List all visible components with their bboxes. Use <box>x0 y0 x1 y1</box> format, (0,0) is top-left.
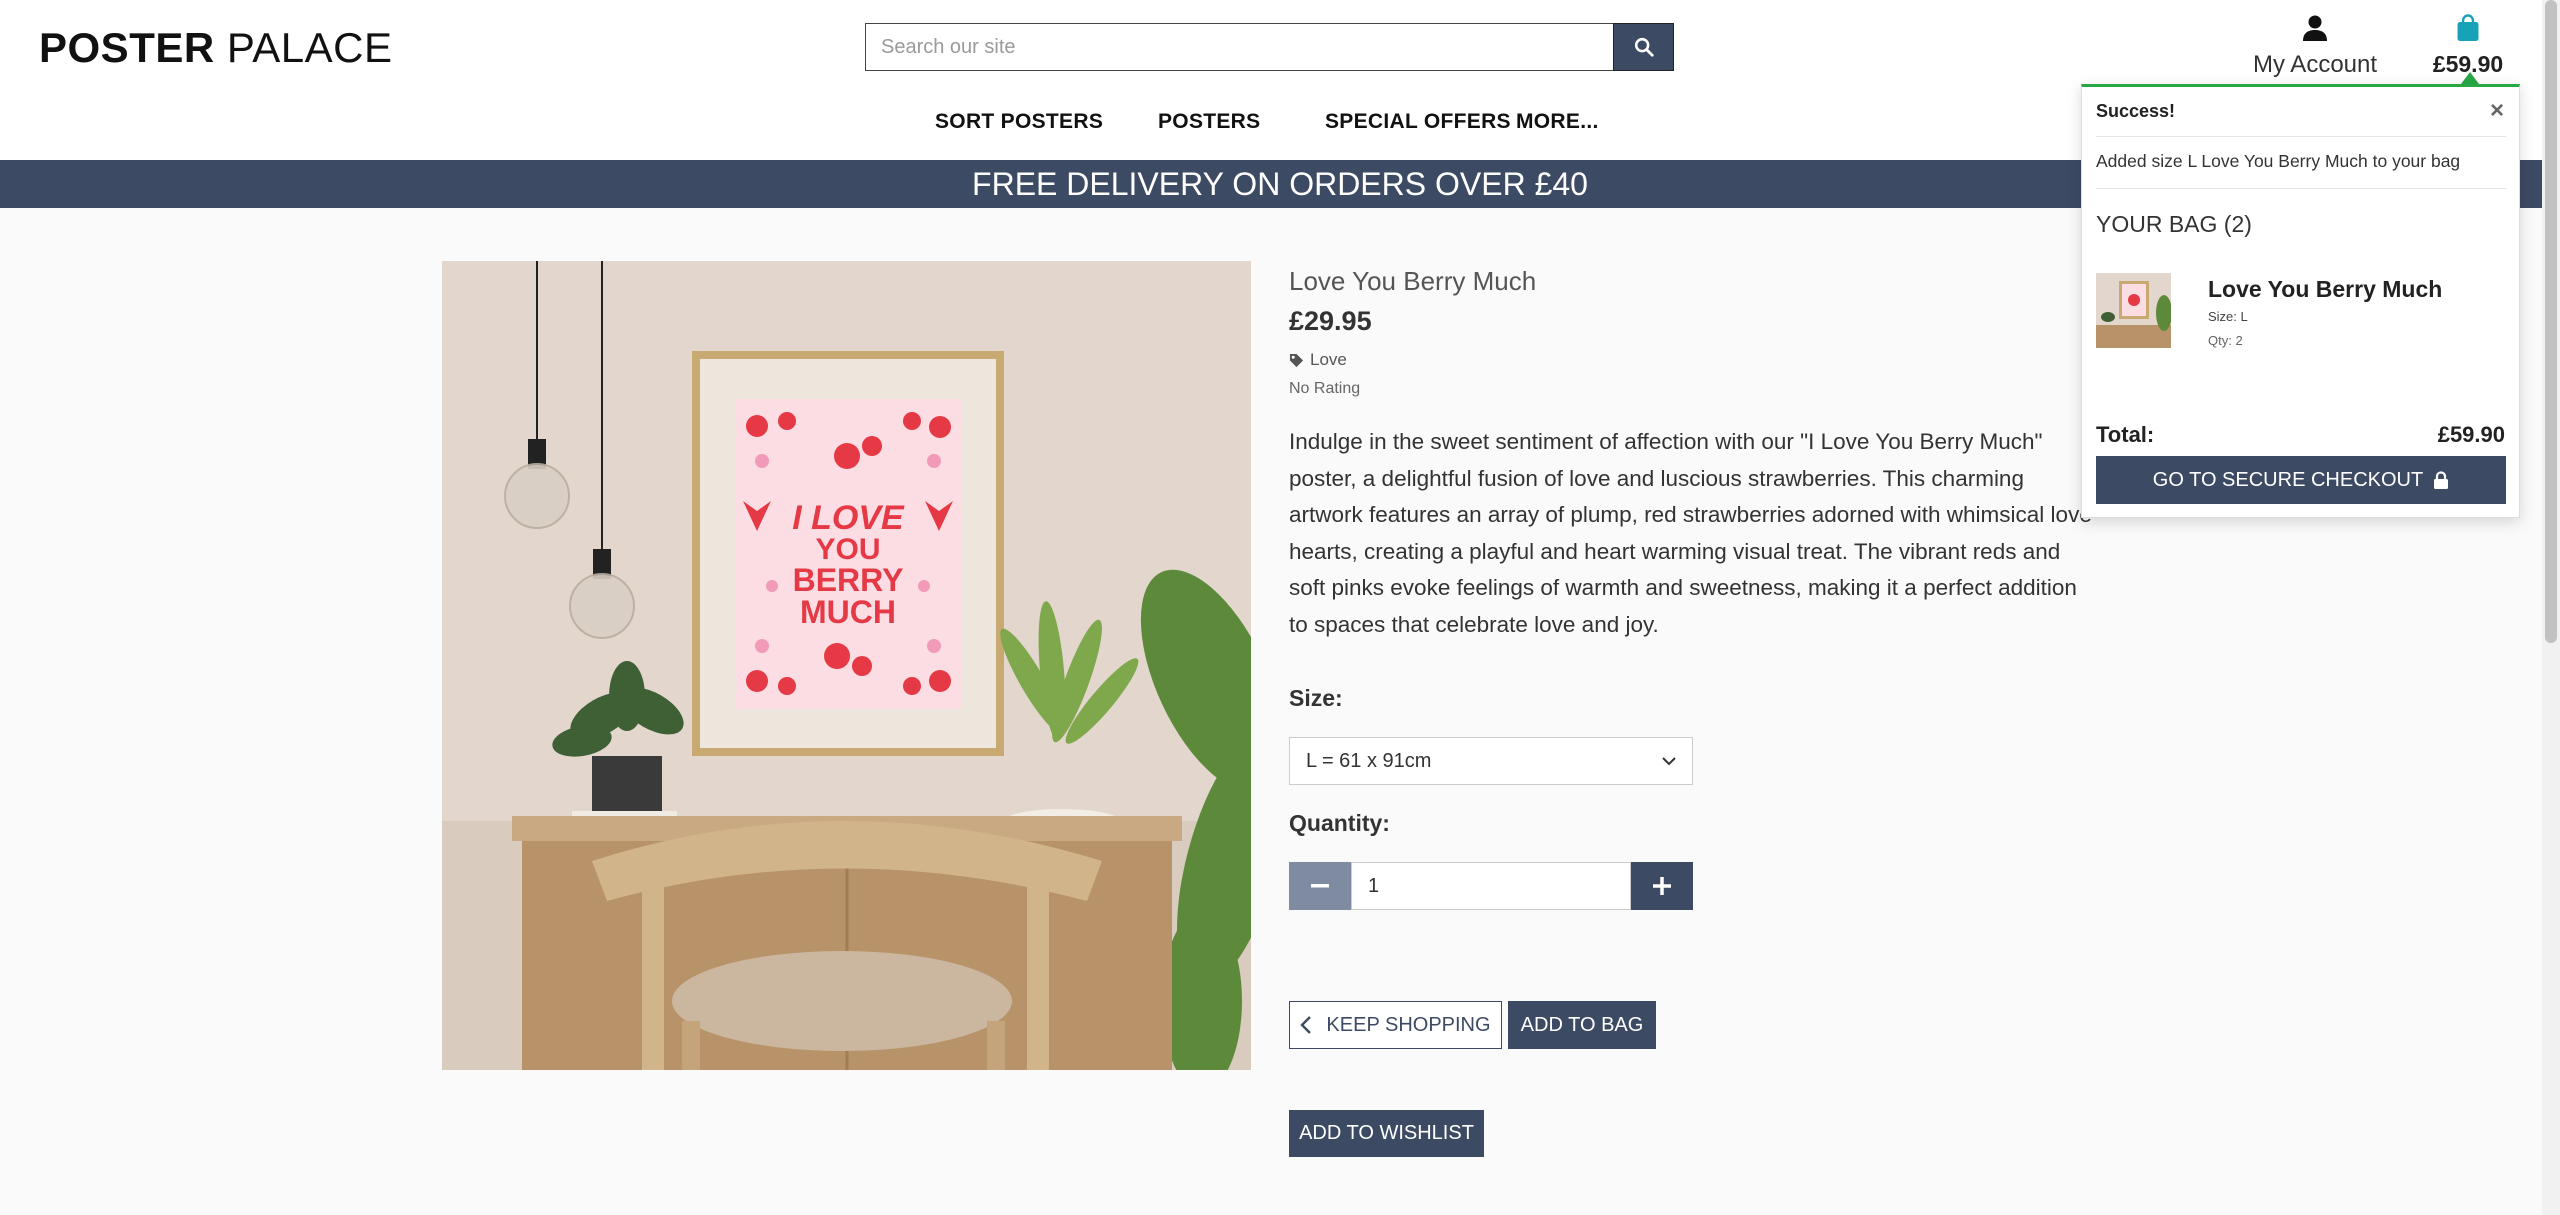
tag-icon <box>1289 353 1304 367</box>
increment-quantity-button[interactable] <box>1631 862 1693 910</box>
product-title: Love You Berry Much <box>1289 266 1537 296</box>
toast-title: Success! <box>2096 101 2176 121</box>
product-category-link[interactable]: Love <box>1289 350 1347 370</box>
shopping-bag-icon <box>2457 14 2479 41</box>
size-selected-value: L = 61 x 91cm <box>1306 749 1432 772</box>
product-rating: No Rating <box>1289 380 1361 397</box>
minus-icon <box>1311 884 1329 888</box>
chevron-down-icon <box>1662 757 1676 766</box>
plus-icon <box>1653 877 1671 895</box>
site-logo[interactable]: POSTER PALACE <box>39 24 393 72</box>
secure-checkout-button[interactable]: GO TO SECURE CHECKOUT <box>2096 456 2506 504</box>
add-to-bag-button[interactable]: ADD TO BAG <box>1508 1001 1656 1049</box>
scrollbar-thumb[interactable] <box>2545 0 2557 643</box>
toast-item-thumbnail <box>2096 273 2171 348</box>
nav-sort-posters[interactable]: SORT POSTERS <box>935 110 1103 134</box>
product-image: I LOVE YOU BERRY MUCH <box>442 261 1251 1070</box>
toast-item-size: Size: L <box>2208 309 2248 324</box>
my-account-label: My Account <box>2252 51 2378 78</box>
user-icon <box>2303 15 2327 41</box>
toast-header: Success! × <box>2096 99 2506 137</box>
search-icon <box>1634 37 1654 57</box>
keep-shopping-button[interactable]: KEEP SHOPPING <box>1289 1001 1502 1049</box>
page-scrollbar[interactable] <box>2542 0 2560 1215</box>
decrement-quantity-button[interactable] <box>1289 862 1351 910</box>
quantity-stepper: 1 <box>1289 862 1693 910</box>
chevron-left-icon <box>1300 1016 1312 1034</box>
close-icon[interactable]: × <box>2490 99 2504 123</box>
search-button[interactable] <box>1613 23 1674 71</box>
search-form <box>865 23 1674 71</box>
quantity-label: Quantity: <box>1289 810 1390 836</box>
my-account-link[interactable]: My Account <box>2240 14 2390 79</box>
toast-total-value: £59.90 <box>2437 422 2505 447</box>
toast-item-qty: Qty: 2 <box>2208 333 2243 348</box>
search-input[interactable] <box>865 23 1613 71</box>
size-label: Size: <box>1289 685 1343 711</box>
poster-line-4: MUCH <box>800 594 896 630</box>
product-price: £29.95 <box>1289 306 1372 336</box>
poster-line-1: I LOVE <box>792 499 905 537</box>
toast-bag-heading: YOUR BAG (2) <box>2096 211 2252 237</box>
size-select[interactable]: L = 61 x 91cm <box>1289 737 1693 785</box>
shopping-bag-link[interactable]: £59.90 <box>2418 14 2518 78</box>
toast-total-label: Total: <box>2096 422 2155 447</box>
nav-special-offers[interactable]: SPECIAL OFFERS <box>1325 110 1511 134</box>
poster-line-3: BERRY <box>793 562 904 598</box>
checkout-label: GO TO SECURE CHECKOUT <box>2152 468 2424 491</box>
lock-icon <box>2434 470 2449 489</box>
add-to-wishlist-button[interactable]: ADD TO WISHLIST <box>1289 1110 1484 1157</box>
nav-posters[interactable]: POSTERS <box>1158 110 1260 134</box>
toast-arrow <box>2461 72 2479 84</box>
keep-shopping-label: KEEP SHOPPING <box>1326 1013 1491 1036</box>
product-category-label: Love <box>1310 350 1347 369</box>
success-toast: Success! × Added size L Love You Berry M… <box>2081 84 2520 518</box>
nav-more[interactable]: MORE... <box>1516 110 1599 134</box>
toast-item-name: Love You Berry Much <box>2208 276 2443 302</box>
product-description: Indulge in the sweet sentiment of affect… <box>1289 429 2092 637</box>
toast-message: Added size L Love You Berry Much to your… <box>2096 151 2506 189</box>
quantity-input[interactable]: 1 <box>1351 862 1631 910</box>
